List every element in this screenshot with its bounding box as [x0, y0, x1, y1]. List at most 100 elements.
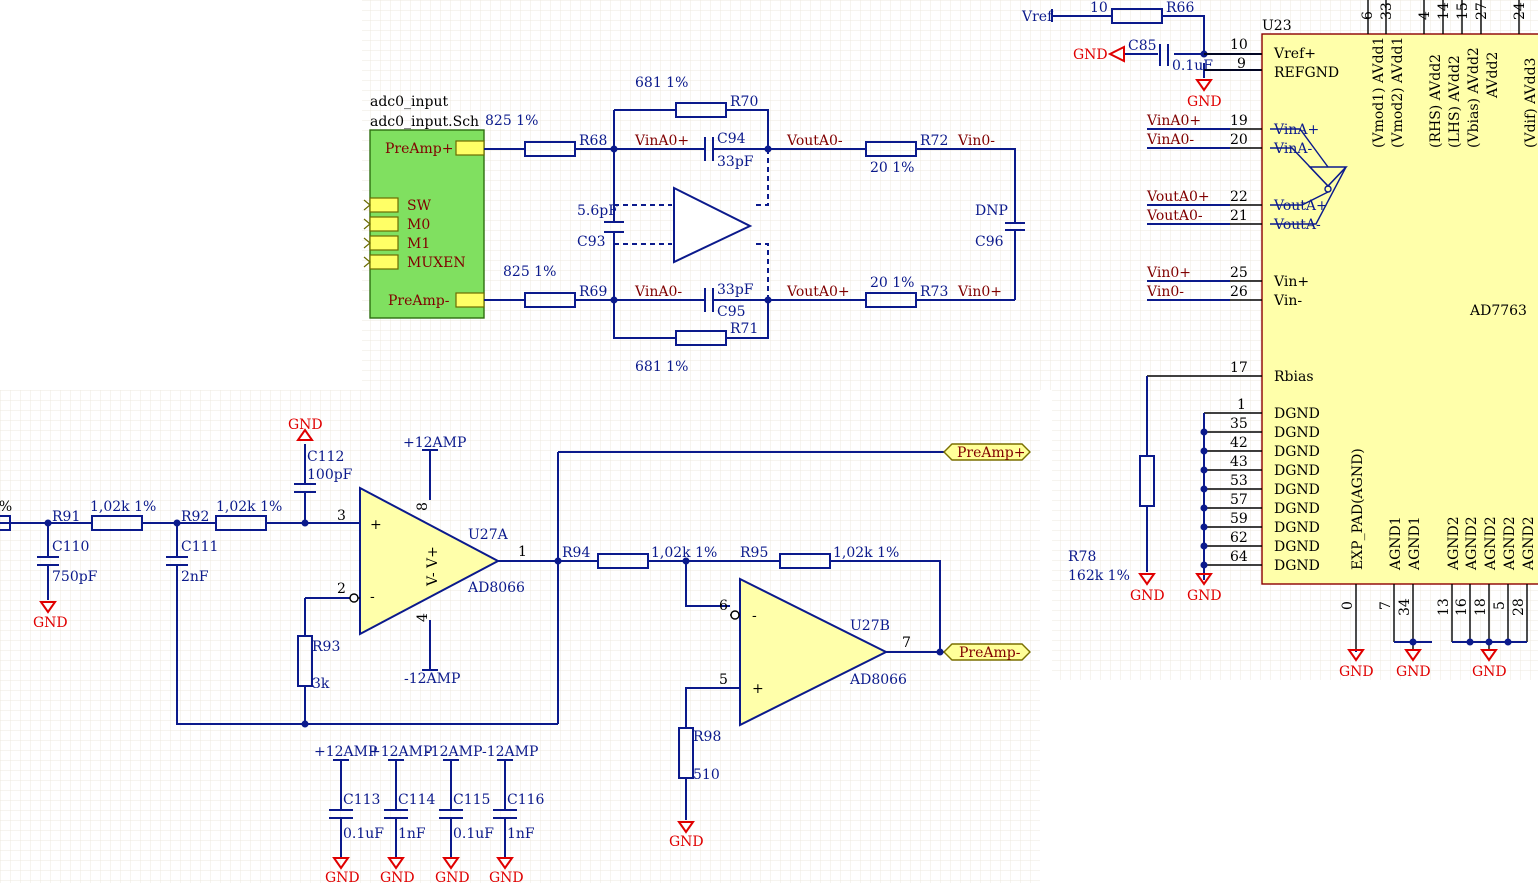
u27b-plus-sign: +: [752, 681, 764, 697]
c114-ref: C114: [398, 792, 436, 808]
net-label: VinA0+: [1146, 113, 1201, 129]
c116-ref: C116: [507, 792, 545, 808]
r73-ref: R73: [920, 284, 948, 300]
pin-num: 57: [1230, 492, 1248, 508]
r94-ref: R94: [562, 545, 590, 561]
c96-value: DNP: [975, 203, 1008, 219]
r72-ref: R72: [920, 133, 948, 149]
pin-name: DGND: [1274, 501, 1320, 517]
c116-rail: -12AMP: [482, 744, 538, 760]
net-vina0-minus: VinA0-: [634, 284, 682, 300]
pin-name: EXP_PAD(AGND): [1350, 448, 1366, 570]
r70-ref: R70: [730, 94, 758, 110]
port-label: PreAmp+: [957, 445, 1025, 461]
u27b-minus-sign: -: [752, 608, 757, 624]
pin-name: AGND1: [1388, 516, 1404, 571]
sheet-symbol-adc0-input[interactable]: adc0_input adc0_input.Sch PreAmp+ SW M0 …: [363, 94, 485, 319]
c114-rail: +12AMP: [369, 744, 432, 760]
gnd-label: GND: [489, 870, 524, 883]
pin-name: AGND2: [1521, 516, 1537, 571]
c115-ref: C115: [453, 792, 490, 808]
adc-ref: U23: [1262, 18, 1292, 34]
net-vref: Vref: [1021, 9, 1054, 25]
u27a-pin-vm: 4: [415, 613, 431, 622]
net-label: VoutA0+: [1146, 189, 1210, 205]
gnd-label: GND: [325, 870, 360, 883]
sheet-pin-label: MUXEN: [407, 255, 466, 271]
partial-left-value: 1%: [0, 499, 12, 515]
net-vin0-plus: Vin0+: [957, 284, 1002, 300]
c85-value: 0.1uF: [1172, 58, 1213, 74]
sheet-pin-muxen[interactable]: [369, 254, 399, 270]
u27a-plus-sign: +: [370, 517, 382, 533]
pin-name: DGND: [1274, 406, 1320, 422]
sheet-pin-m1[interactable]: [369, 235, 399, 251]
pin-num: 27: [1474, 2, 1490, 20]
gnd-label: GND: [33, 615, 68, 631]
sheet-designator: adc0_input: [370, 94, 449, 110]
u27b-pin-out: 7: [902, 635, 911, 651]
u27b-part: AD8066: [849, 672, 907, 688]
r95-value: 1,02k 1%: [833, 545, 899, 561]
port-preamp-minus[interactable]: PreAmp-: [943, 643, 1031, 661]
net-label: VinA0-: [1146, 132, 1194, 148]
pin-name: (LHS) AVdd2: [1447, 55, 1463, 148]
pin-num: 15: [1455, 2, 1471, 20]
pin-num: 5: [1492, 601, 1508, 610]
r92-value: 1,02k 1%: [216, 499, 282, 515]
c110-value: 750pF: [52, 569, 98, 585]
c95-value: 33pF: [717, 282, 754, 298]
gnd-label: GND: [435, 870, 470, 883]
c94-value: 33pF: [717, 154, 754, 170]
c116-value: 1nF: [507, 826, 535, 842]
gnd-label: GND: [1073, 47, 1108, 63]
pin-num: 62: [1230, 530, 1248, 546]
gnd-label: GND: [1472, 664, 1507, 680]
c113-rail: +12AMP: [314, 744, 377, 760]
pin-name: Rbias: [1274, 369, 1314, 385]
pin-name: AGND2: [1483, 516, 1499, 571]
r98-value: 510: [693, 767, 720, 783]
pin-name: DGND: [1274, 539, 1320, 555]
port-label: PreAmp-: [959, 645, 1021, 661]
c96-ref: C96: [975, 234, 1004, 250]
sheet-pin-preamp-plus[interactable]: [455, 140, 485, 156]
c112-value: 100pF: [307, 467, 353, 483]
pin-name: REFGND: [1274, 65, 1339, 81]
pin-name: Vin-: [1273, 293, 1302, 309]
pin-name: AVdd2: [1485, 52, 1501, 99]
sheet-pin-m0[interactable]: [369, 216, 399, 232]
sheet-pin-label: PreAmp+: [385, 141, 453, 157]
pin-num: 9: [1237, 56, 1246, 72]
pin-num: 16: [1454, 598, 1470, 616]
gnd-label: GND: [1187, 94, 1222, 110]
pin-name: DGND: [1274, 520, 1320, 536]
u27a-pin-minus: 2: [337, 581, 346, 597]
sheet-pin-label: M1: [407, 236, 430, 252]
c113-ref: C113: [343, 792, 380, 808]
r93-ref: R93: [312, 639, 340, 655]
pin-name: (Vmod1) AVdd1: [1371, 37, 1387, 148]
pin-name: VoutA+: [1273, 198, 1328, 214]
sheet-filename: adc0_input.Sch: [370, 114, 479, 130]
u27a-minus-sign: -: [370, 589, 375, 605]
c85-ref: C85: [1128, 38, 1157, 54]
sheet-pin-preamp-minus[interactable]: [455, 292, 485, 308]
pin-num: 20: [1230, 132, 1248, 148]
pin-num: 33: [1379, 2, 1395, 20]
pin-num: 42: [1230, 435, 1248, 451]
r91-ref: R91: [52, 509, 80, 525]
r72-value: 20 1%: [870, 160, 914, 176]
port-preamp-plus[interactable]: PreAmp+: [943, 443, 1031, 461]
pin-num: 6: [1360, 11, 1376, 20]
gnd-label: GND: [1396, 664, 1431, 680]
sheet-pin-sw[interactable]: [369, 197, 399, 213]
pin-num: 53: [1230, 473, 1248, 489]
u27a-rail-neg: -12AMP: [404, 671, 460, 687]
c95-ref: C95: [717, 304, 746, 320]
net-vin0-minus: Vin0-: [957, 133, 995, 149]
r93-value: 3k: [312, 676, 330, 692]
pin-num: 7: [1378, 601, 1394, 610]
pin-num: 21: [1230, 208, 1248, 224]
pin-name: Vref+: [1273, 46, 1316, 62]
